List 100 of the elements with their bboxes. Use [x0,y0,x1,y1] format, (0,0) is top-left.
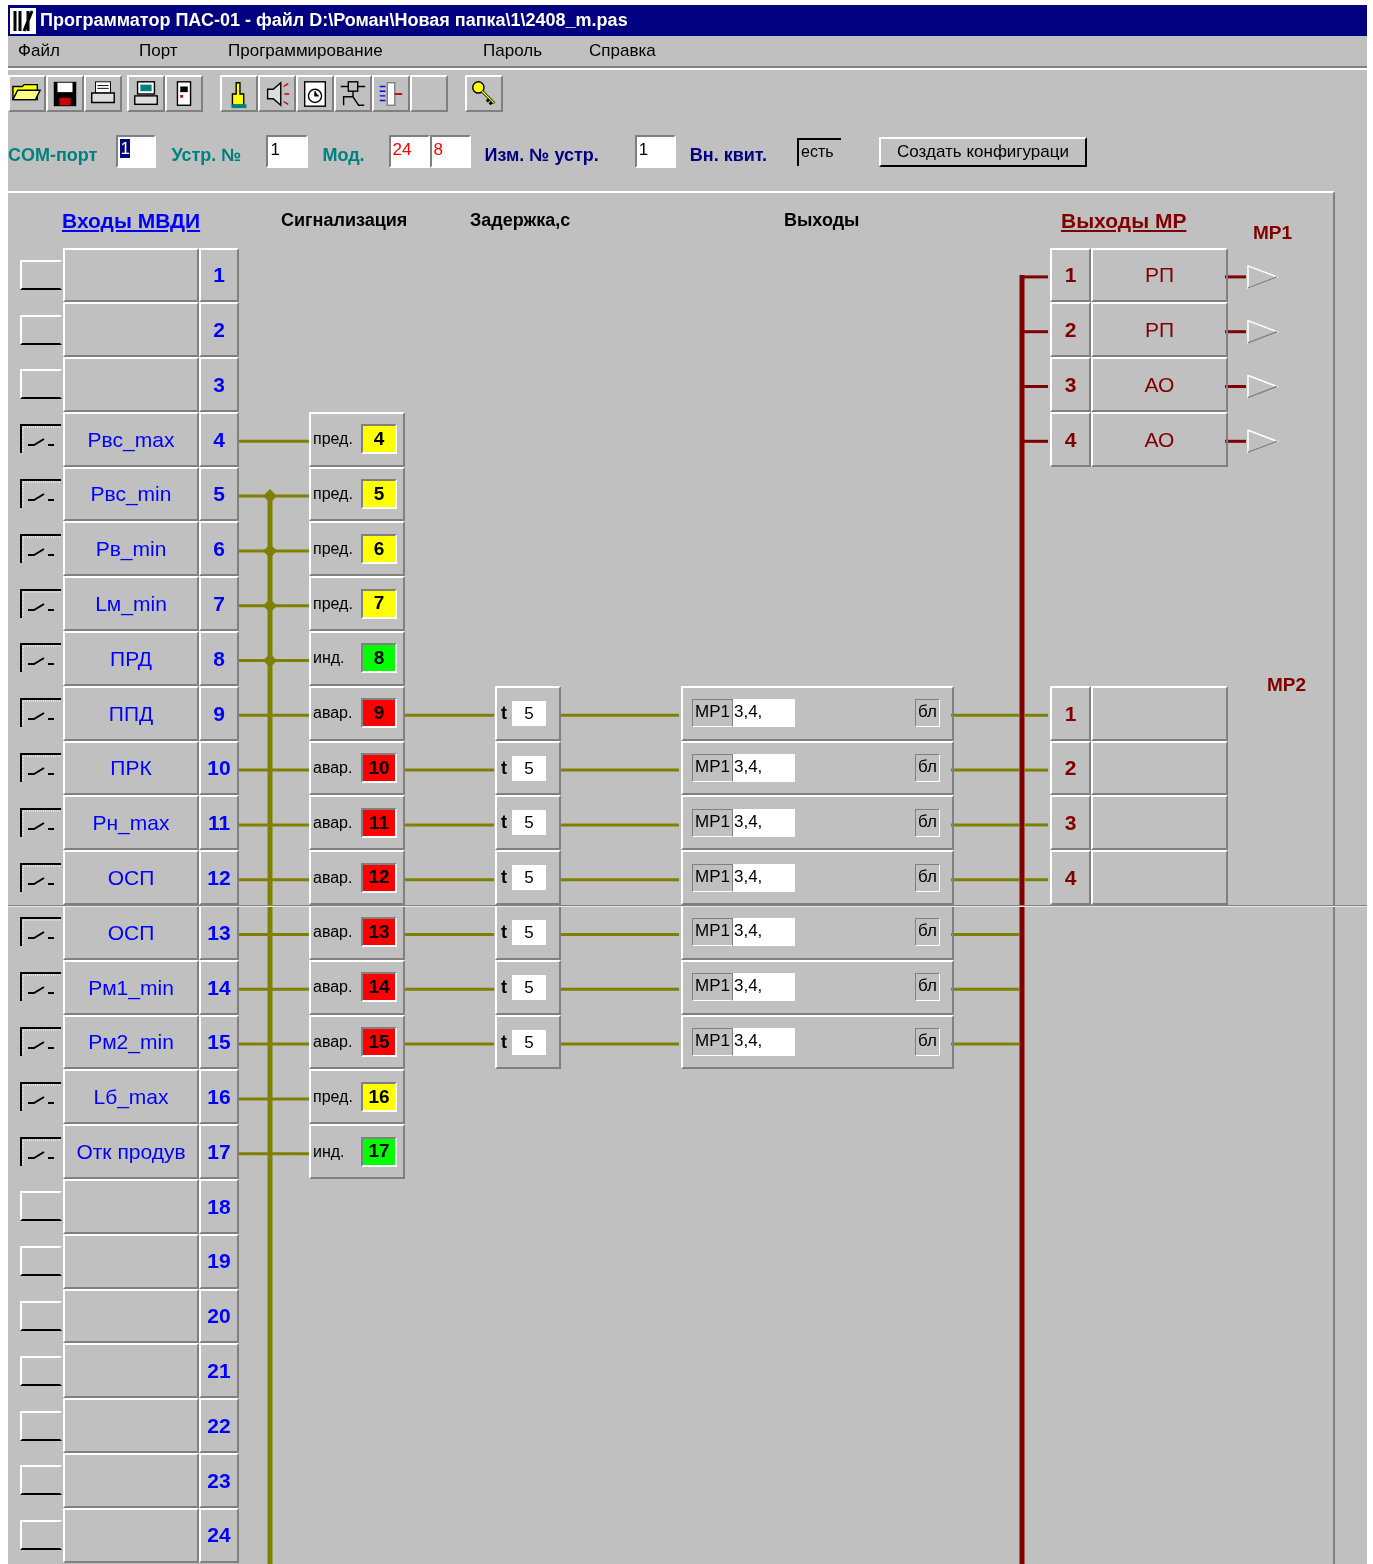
input-name-cell[interactable]: ПРД [63,631,199,686]
delay-field[interactable]: 5 [511,809,547,837]
input-name-cell[interactable] [63,1288,199,1344]
input-name-cell[interactable]: ПРК [63,740,199,796]
toggle-button[interactable] [20,1191,62,1222]
output-field[interactable]: 3,4, [732,918,795,947]
output-field[interactable]: 3,4, [732,1028,795,1057]
input-name-cell[interactable]: Рн_max [63,795,199,851]
input-field[interactable]: 1 [634,135,676,168]
create-config-button[interactable]: Создать конфигураци [879,136,1088,167]
delay-field[interactable]: 5 [511,754,547,782]
block-button[interactable]: бл [915,754,940,783]
delay-field[interactable]: 5 [511,918,547,946]
delay-field[interactable]: 5 [511,864,547,892]
relay-name-cell[interactable]: РП [1091,302,1228,358]
menu-item[interactable]: Файл [8,38,129,64]
output-field[interactable]: 3,4, [732,699,795,728]
input-field[interactable]: 1 [266,135,309,168]
signal-code-badge[interactable]: 11 [361,807,397,838]
toolbar-button[interactable] [334,75,372,112]
relay-outputs-link[interactable]: Выходы МР [1061,208,1187,232]
switch-icon[interactable] [20,588,62,619]
switch-icon[interactable] [20,479,62,510]
input-name-cell[interactable]: Lм_min [63,576,199,632]
block-button[interactable]: бл [915,699,940,728]
switch-icon[interactable] [20,807,62,838]
toggle-button[interactable] [20,1301,62,1332]
input-name-cell[interactable] [63,1233,199,1289]
toggle-button[interactable] [20,314,62,345]
relay-name-cell[interactable]: АО [1091,411,1228,467]
input-name-cell[interactable] [63,357,199,412]
input-name-cell[interactable]: Рвс_max [63,411,199,467]
signal-code-badge[interactable]: 14 [361,972,397,1003]
output-field[interactable]: 3,4, [732,754,795,783]
relay-name-cell[interactable] [1091,685,1228,741]
signal-code-badge[interactable]: 7 [361,588,397,619]
input-name-cell[interactable]: Рвс_min [63,466,199,522]
signal-code-badge[interactable]: 5 [361,479,397,510]
menu-item[interactable]: Порт [129,38,218,64]
signal-code-badge[interactable]: 10 [361,753,397,784]
relay-name-cell[interactable] [1091,795,1228,851]
toggle-button[interactable] [20,1355,62,1386]
input-name-cell[interactable] [63,1398,199,1454]
input-name-cell[interactable]: Отк продув [63,1124,199,1180]
input-name-cell[interactable]: ОСП [63,850,199,906]
input-name-cell[interactable]: Рм1_min [63,959,199,1015]
signal-code-badge[interactable]: 12 [361,862,397,893]
delay-field[interactable]: 5 [511,973,547,1001]
delay-field[interactable]: 5 [511,1028,547,1056]
input-field[interactable]: 8 [429,135,471,168]
toolbar-button[interactable] [220,75,258,112]
toolbar-button[interactable] [165,75,203,112]
menu-item[interactable]: Программирование [218,38,473,64]
input-name-cell[interactable] [63,1179,199,1234]
toolbar-button[interactable] [296,75,334,112]
switch-icon[interactable] [20,862,62,893]
switch-icon[interactable] [20,533,62,564]
block-button[interactable]: бл [915,973,940,1002]
switch-icon[interactable] [20,917,62,948]
toggle-button[interactable] [20,1410,62,1441]
output-field[interactable]: 3,4, [732,808,795,837]
signal-code-badge[interactable]: 15 [361,1027,397,1058]
input-name-cell[interactable]: Рм2_min [63,1014,199,1070]
switch-icon[interactable] [20,1081,62,1112]
signal-code-badge[interactable]: 16 [361,1081,397,1112]
signal-code-badge[interactable]: 13 [361,917,397,948]
toolbar-button[interactable] [84,75,122,112]
switch-icon[interactable] [20,1027,62,1058]
input-name-cell[interactable]: Рв_min [63,521,199,577]
switch-icon[interactable] [20,753,62,784]
switch-icon[interactable] [20,1136,62,1167]
signal-code-badge[interactable]: 8 [361,643,397,674]
relay-name-cell[interactable] [1091,740,1228,796]
toggle-button[interactable] [20,1465,62,1496]
input-field[interactable]: есть [797,137,842,166]
input-name-cell[interactable]: Lб_max [63,1069,199,1125]
signal-code-badge[interactable]: 9 [361,698,397,729]
delay-field[interactable]: 5 [511,699,547,727]
relay-name-cell[interactable]: РП [1091,247,1228,303]
toggle-button[interactable] [20,1246,62,1277]
block-button[interactable]: бл [915,918,940,947]
switch-icon[interactable] [20,424,62,455]
output-field[interactable]: 3,4, [732,863,795,892]
input-field[interactable]: 24 [388,135,430,168]
input-name-cell[interactable] [63,302,199,358]
signal-code-badge[interactable]: 17 [361,1136,397,1167]
inputs-link[interactable]: Входы МВДИ [62,208,201,232]
menu-item[interactable]: Пароль [473,38,579,64]
block-button[interactable]: бл [915,1028,940,1057]
relay-name-cell[interactable] [1091,850,1228,906]
input-name-cell[interactable] [63,247,199,303]
switch-icon[interactable] [20,972,62,1003]
block-button[interactable]: бл [915,863,940,892]
input-name-cell[interactable]: ППД [63,685,199,741]
toolbar-button[interactable] [465,75,503,112]
input-name-cell[interactable] [63,1507,199,1563]
input-name-cell[interactable] [63,1453,199,1508]
switch-icon[interactable] [20,643,62,674]
toolbar-button[interactable] [46,75,84,112]
input-field[interactable]: 1 [116,135,157,168]
